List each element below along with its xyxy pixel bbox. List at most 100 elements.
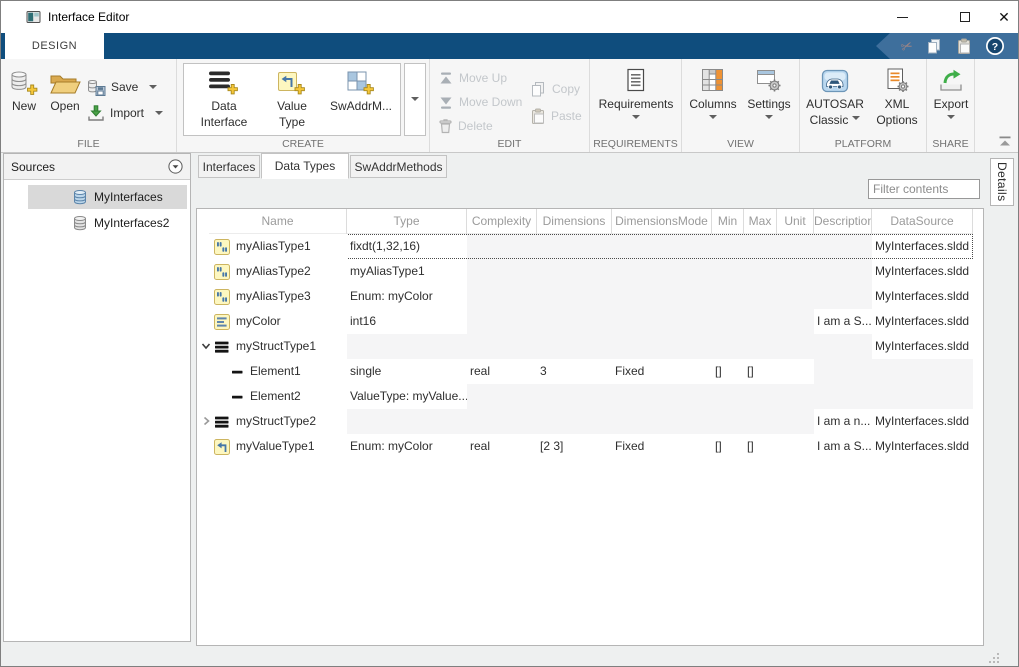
open-button[interactable]: Open — [45, 65, 85, 113]
column-header-complexity[interactable]: Complexity — [467, 209, 537, 234]
paste-button[interactable]: Paste — [530, 106, 582, 126]
collapse-ribbon-button[interactable] — [995, 133, 1015, 149]
chevron-down-icon[interactable] — [200, 340, 212, 352]
export-button[interactable]: Export — [929, 65, 973, 123]
resize-grip[interactable] — [989, 653, 1000, 664]
maximize-button[interactable] — [950, 3, 980, 31]
columns-button[interactable]: Columns — [686, 65, 740, 123]
cell-dimensionsmode[interactable]: Fixed — [612, 359, 712, 384]
table-row[interactable]: myColorint16 I am a S...MyInterfaces.sldd — [209, 309, 973, 334]
table-row[interactable]: myStructType1 MyInterfaces.sldd — [209, 334, 973, 359]
qat-copy-button[interactable] — [926, 36, 943, 56]
cell-datasource[interactable]: MyInterfaces.sldd — [872, 259, 973, 284]
tab-interfaces[interactable]: Interfaces — [198, 155, 260, 178]
cell-name[interactable]: myAliasType1 — [209, 234, 347, 259]
save-button[interactable]: Save — [87, 77, 157, 97]
cell-type[interactable]: Enum: myColor — [347, 434, 467, 459]
column-header-name[interactable]: Name — [209, 209, 347, 234]
move-down-button[interactable]: Move Down — [438, 92, 522, 112]
cell-min[interactable]: [] — [712, 434, 744, 459]
cell-description[interactable]: I am a S... — [814, 309, 872, 334]
minimize-button[interactable] — [887, 3, 917, 31]
column-header-dimensions[interactable]: Dimensions — [537, 209, 612, 234]
cell-datasource[interactable]: MyInterfaces.sldd — [872, 234, 973, 259]
table-row[interactable]: myAliasType3Enum: myColor MyInterfaces.sl… — [209, 284, 973, 309]
filter-input[interactable] — [868, 179, 980, 199]
table-row[interactable]: myAliasType2myAliasType1 MyInterfaces.sld… — [209, 259, 973, 284]
details-tab[interactable]: Details — [990, 158, 1014, 206]
sources-item-myinterfaces[interactable]: MyInterfaces — [28, 185, 187, 209]
cut-button[interactable]: ✂ — [901, 36, 913, 56]
delete-button[interactable]: Delete — [438, 116, 493, 136]
cell-unit[interactable] — [777, 359, 814, 384]
cell-dimensions[interactable]: [2 3] — [537, 434, 612, 459]
requirements-button[interactable]: Requirements — [594, 65, 678, 123]
cell-name[interactable]: myColor — [209, 309, 347, 334]
table-row[interactable]: myValueType1Enum: myColorreal[2 3]Fixed[… — [209, 434, 973, 459]
autosar-classic-button[interactable]: AUTOSAR Classic — [802, 65, 868, 127]
cell-max[interactable]: [] — [744, 359, 777, 384]
cell-dimensions[interactable]: 3 — [537, 359, 612, 384]
close-button[interactable]: ✕ — [989, 3, 1019, 31]
save-dropdown-caret[interactable] — [149, 85, 157, 93]
cell-type[interactable]: ValueType: myValue... — [347, 384, 467, 409]
cell-dimensionsmode[interactable]: Fixed — [612, 434, 712, 459]
sources-item-myinterfaces2[interactable]: MyInterfaces2 — [28, 211, 187, 235]
cell-name[interactable]: Element2 — [209, 384, 347, 409]
cell-name[interactable]: myAliasType3 — [209, 284, 347, 309]
tab-design[interactable]: DESIGN — [5, 33, 104, 59]
cell-name[interactable]: myValueType1 — [209, 434, 347, 459]
column-header-type[interactable]: Type — [347, 209, 467, 234]
cell-complexity[interactable]: real — [467, 359, 537, 384]
table-row[interactable]: myAliasType1fixdt(1,32,16) MyInterfaces.s… — [209, 234, 973, 259]
create-gallery-dropdown[interactable] — [404, 63, 426, 136]
sources-title: Sources — [11, 160, 55, 174]
cell-datasource[interactable]: MyInterfaces.sldd — [872, 409, 973, 434]
new-button[interactable]: New — [5, 65, 43, 113]
move-up-button[interactable]: Move Up — [438, 68, 507, 88]
copy-button[interactable]: Copy — [530, 79, 580, 99]
cell-max[interactable]: [] — [744, 434, 777, 459]
cell-type[interactable]: int16 — [347, 309, 467, 334]
cell-description[interactable]: I am a n... — [814, 409, 872, 434]
cell-name[interactable]: myStructType1 — [209, 334, 347, 359]
column-header-max[interactable]: Max — [744, 209, 777, 234]
cell-name[interactable]: Element1 — [209, 359, 347, 384]
cell-datasource[interactable]: MyInterfaces.sldd — [872, 284, 973, 309]
xml-options-button[interactable]: XML Options — [872, 65, 922, 127]
cell-type[interactable]: myAliasType1 — [347, 259, 467, 284]
table-row[interactable]: Element1singlereal3Fixed[][] — [209, 359, 973, 384]
cell-unit[interactable] — [777, 434, 814, 459]
cell-datasource[interactable]: MyInterfaces.sldd — [872, 334, 973, 359]
cell-type[interactable]: single — [347, 359, 467, 384]
swaddrmethod-button[interactable]: SwAddrM... — [326, 67, 396, 113]
cell-datasource[interactable]: MyInterfaces.sldd — [872, 434, 973, 459]
cell-complexity[interactable]: real — [467, 434, 537, 459]
qat-paste-button[interactable] — [956, 36, 972, 56]
data-interface-button[interactable]: Data Interface — [192, 67, 256, 129]
column-header-unit[interactable]: Unit — [777, 209, 814, 234]
cell-name[interactable]: myAliasType2 — [209, 259, 347, 284]
table-row[interactable]: Element2ValueType: myValue... — [209, 384, 973, 409]
tab-swaddrmethods[interactable]: SwAddrMethods — [350, 155, 447, 178]
help-button[interactable]: ? — [985, 36, 1005, 56]
column-header-min[interactable]: Min — [712, 209, 744, 234]
settings-gear-icon — [755, 65, 783, 95]
cell-min[interactable]: [] — [712, 359, 744, 384]
cell-type[interactable]: fixdt(1,32,16) — [347, 234, 467, 259]
column-header-description[interactable]: Description — [814, 209, 872, 234]
cell-datasource[interactable]: MyInterfaces.sldd — [872, 309, 973, 334]
column-header-dimensionsmode[interactable]: DimensionsMode — [612, 209, 712, 234]
chevron-right-icon[interactable] — [200, 415, 212, 427]
value-type-button[interactable]: Value Type — [264, 67, 320, 129]
sources-menu-button[interactable] — [167, 159, 183, 175]
cell-name[interactable]: myStructType2 — [209, 409, 347, 434]
cell-type[interactable]: Enum: myColor — [347, 284, 467, 309]
settings-button[interactable]: Settings — [744, 65, 794, 123]
cell-description[interactable]: I am a S... — [814, 434, 872, 459]
import-button[interactable]: Import — [87, 103, 163, 123]
table-row[interactable]: myStructType2 I am a n...MyInterfaces.sld… — [209, 409, 973, 434]
tab-data-types[interactable]: Data Types — [261, 153, 349, 179]
import-dropdown-caret[interactable] — [155, 111, 163, 119]
column-header-datasource[interactable]: DataSource — [872, 209, 973, 234]
